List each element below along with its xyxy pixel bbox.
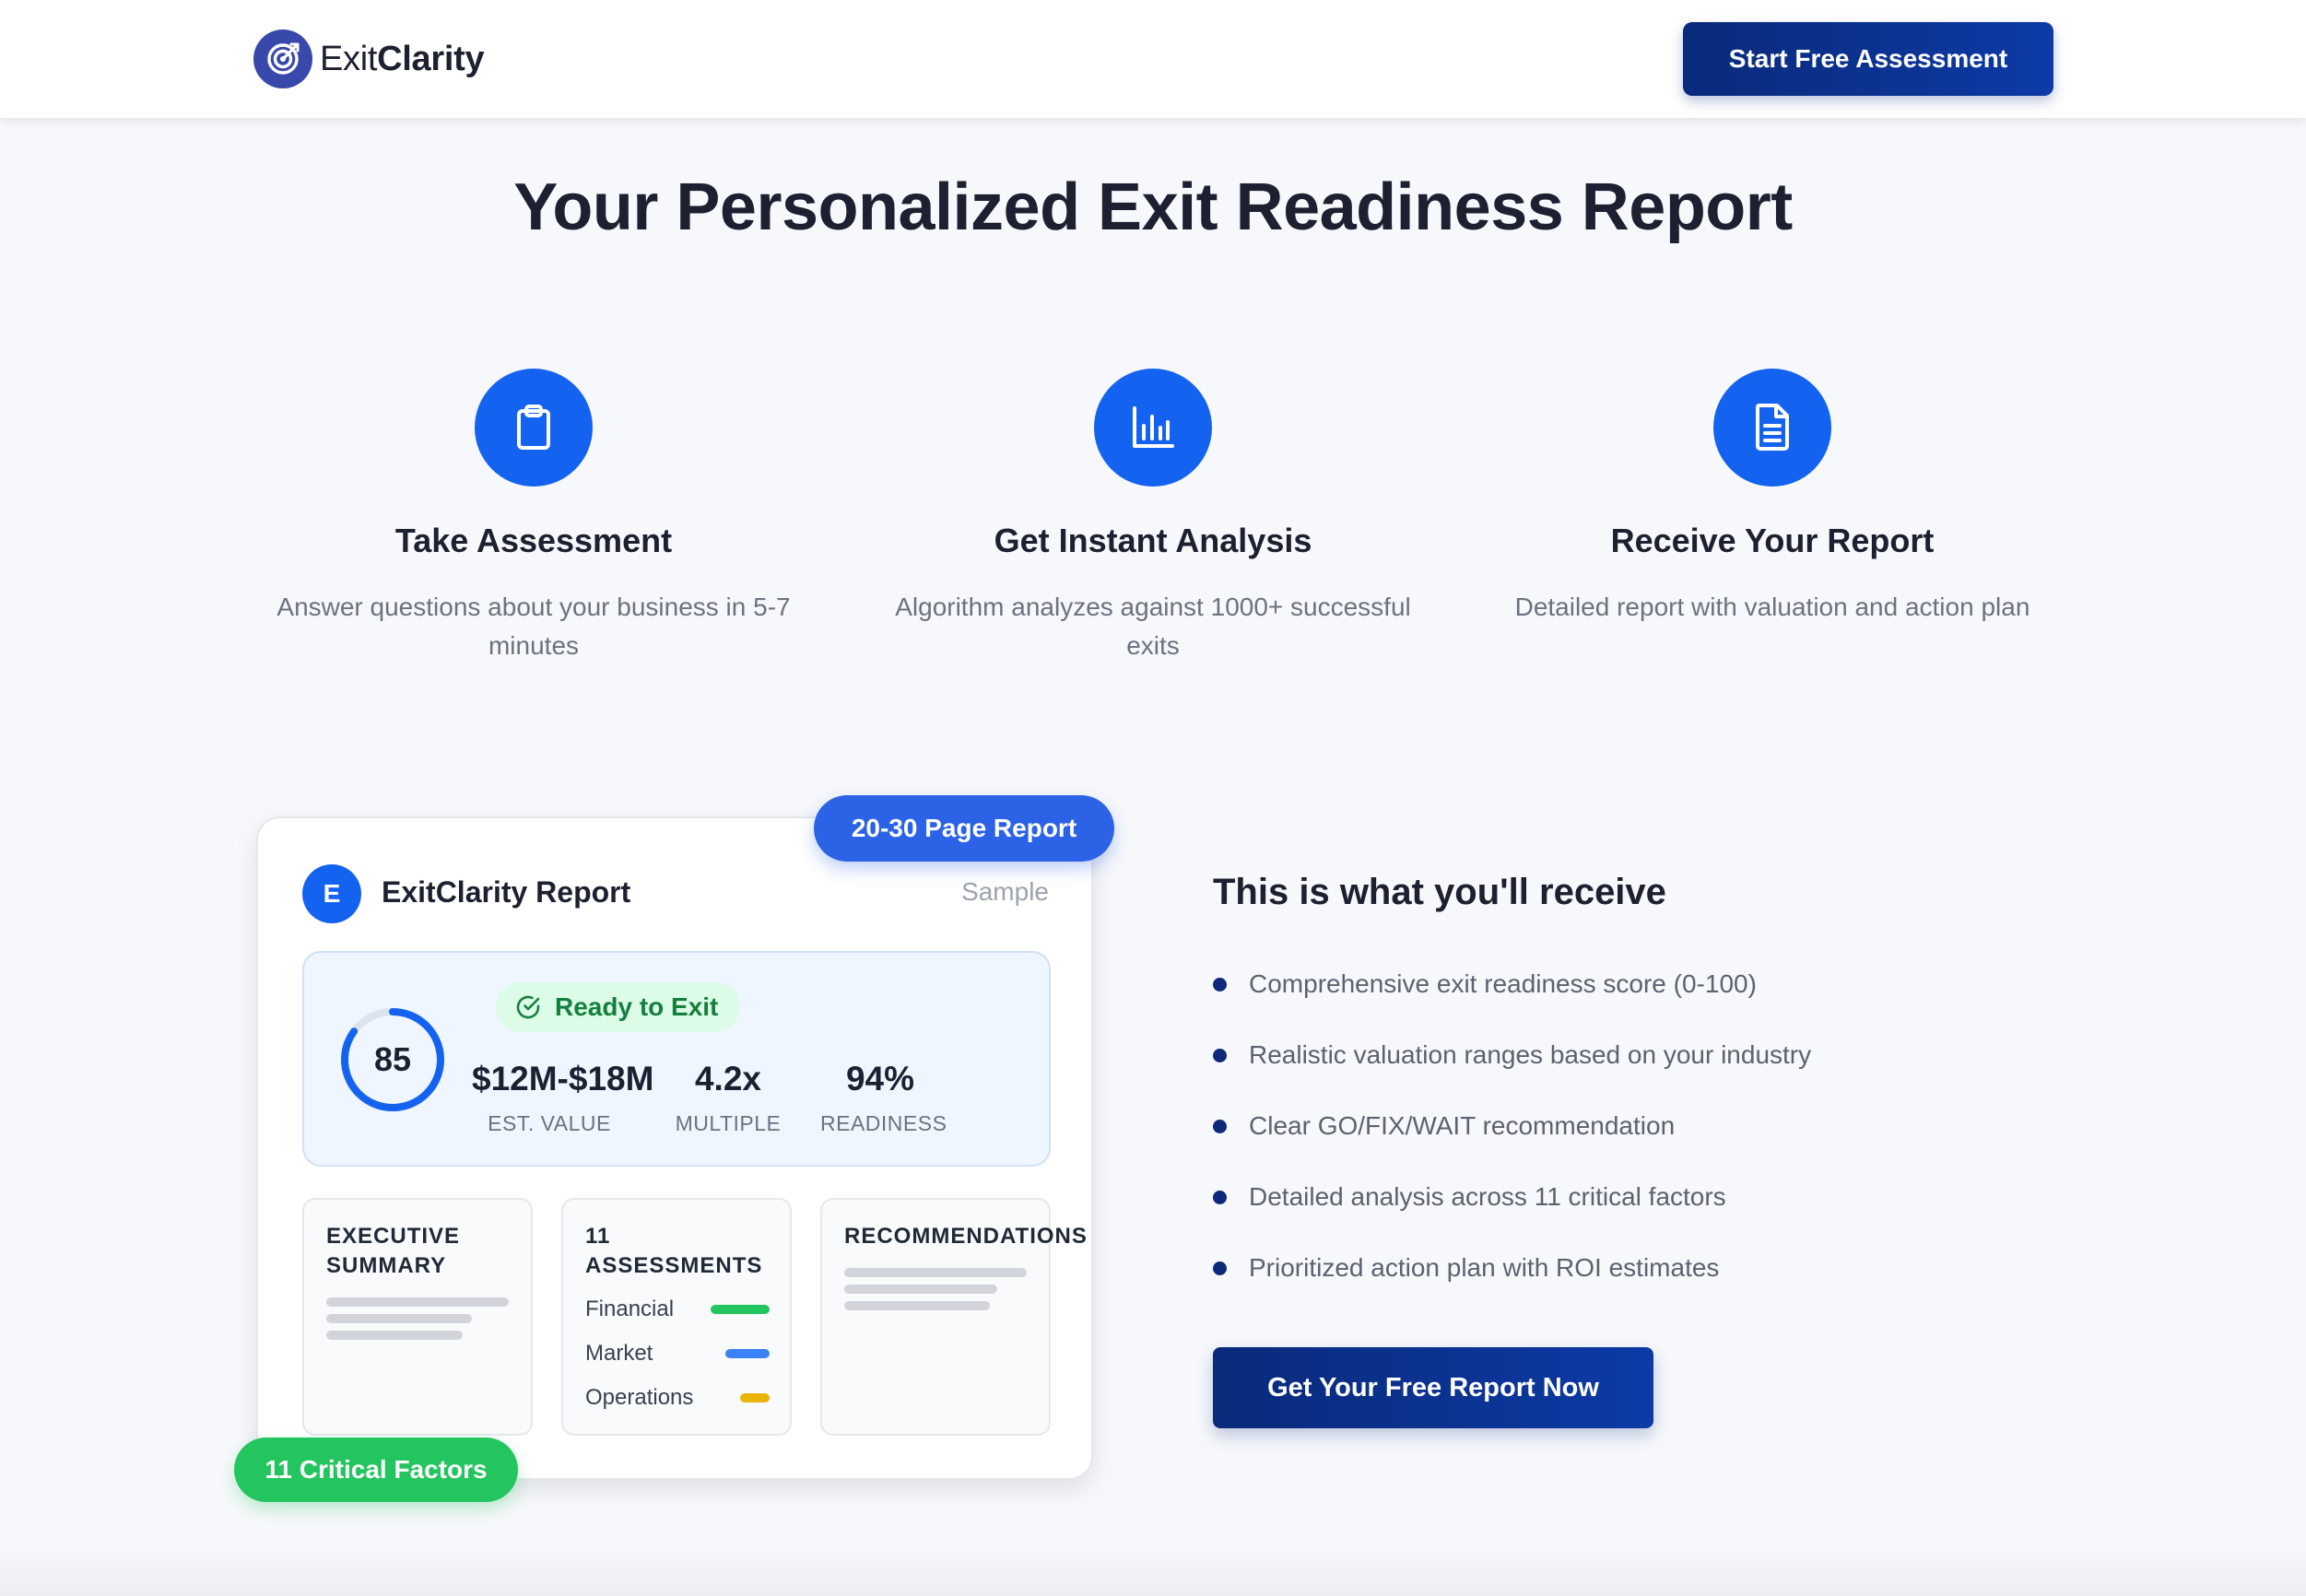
step-take-assessment: Take Assessment Answer questions about y… [257, 369, 810, 665]
text-placeholder [844, 1268, 1027, 1277]
status-badge: Ready to Exit [496, 982, 741, 1032]
step-description: Answer questions about your business in … [276, 593, 791, 660]
text-placeholder [844, 1301, 990, 1310]
bullet-icon [1213, 1120, 1227, 1133]
metric-value: 94% [845, 1060, 915, 1097]
step-get-instant-analysis: Get Instant Analysis Algorithm analyzes … [877, 369, 1429, 665]
logo[interactable]: ExitClarity [253, 29, 485, 88]
logo-text: ExitClarity [320, 39, 485, 78]
factor-name: Financial [585, 1297, 675, 1321]
recommendations-card: RECOMMENDATIONS [820, 1198, 1087, 1436]
step-title: Take Assessment [394, 522, 673, 559]
assessments-card: 11 ASSESSMENTS Financial Market Operation… [561, 1198, 792, 1436]
text-placeholder [326, 1314, 472, 1323]
benefit-item: Detailed analysis across 11 critical fac… [1213, 1179, 1811, 1250]
metric-readiness: 94% READINESS [820, 1060, 947, 1136]
document-icon [1713, 369, 1831, 487]
factor-name: Operations [585, 1385, 694, 1410]
factor-row-market: Market [585, 1340, 770, 1367]
target-icon [253, 29, 312, 88]
metric-value: $12M-$18M [472, 1060, 654, 1097]
step-title: Receive Your Report [1610, 522, 1935, 559]
bullet-icon [1213, 978, 1227, 992]
metric-value: 4.2x [694, 1060, 761, 1097]
section-divider [0, 1544, 2306, 1596]
bullet-icon [1213, 1262, 1227, 1275]
benefit-item: Clear GO/FIX/WAIT recommendation [1213, 1108, 1811, 1179]
report-preview-card: E ExitClarity Report Sample 85 Ready to … [256, 816, 1093, 1480]
bar-chart-icon [1094, 369, 1212, 487]
benefit-text: Prioritized action plan with ROI estimat… [1249, 1253, 1720, 1282]
factor-name: Market [585, 1341, 653, 1366]
metric-label: EST. VALUE [488, 1111, 611, 1135]
critical-factors-badge: 11 Critical Factors [234, 1438, 518, 1502]
text-placeholder [326, 1297, 509, 1307]
assessments-title: 11 ASSESSMENTS [585, 1224, 763, 1278]
get-free-report-button[interactable]: Get Your Free Report Now [1213, 1347, 1653, 1428]
page-title: Your Personalized Exit Readiness Report [513, 170, 1793, 244]
factor-bar [711, 1305, 770, 1314]
metric-label: READINESS [820, 1111, 947, 1135]
start-free-assessment-button[interactable]: Start Free Assessment [1683, 22, 2053, 96]
site-header: ExitClarity Start Free Assessment [0, 0, 2306, 118]
report-title: ExitClarity Report [382, 875, 631, 909]
status-text: Ready to Exit [555, 992, 719, 1021]
factor-row-financial: Financial [585, 1296, 770, 1323]
clipboard-icon [475, 369, 593, 487]
step-receive-your-report: Receive Your Report Detailed report with… [1496, 369, 2049, 627]
report-avatar: E [302, 864, 361, 923]
executive-summary-card: EXECUTIVE SUMMARY [302, 1198, 533, 1436]
benefit-text: Detailed analysis across 11 critical fac… [1249, 1182, 1726, 1211]
benefits-title: This is what you'll receive [1213, 872, 1666, 912]
text-placeholder [844, 1285, 997, 1294]
executive-summary-title: EXECUTIVE SUMMARY [326, 1224, 461, 1278]
step-description: Detailed report with valuation and actio… [1514, 593, 2030, 621]
page-count-badge: 20-30 Page Report [814, 795, 1114, 862]
score-panel: 85 Ready to Exit $12M-$18M EST. VALUE 4.… [302, 951, 1051, 1167]
benefit-item: Realistic valuation ranges based on your… [1213, 1037, 1811, 1108]
bullet-icon [1213, 1049, 1227, 1062]
factor-row-operations: Operations [585, 1384, 770, 1412]
benefits-list: Comprehensive exit readiness score (0-10… [1213, 966, 1811, 1320]
benefit-text: Clear GO/FIX/WAIT recommendation [1249, 1111, 1676, 1140]
check-circle-icon [516, 995, 540, 1019]
factor-bar [725, 1349, 770, 1358]
benefit-item: Prioritized action plan with ROI estimat… [1213, 1250, 1811, 1320]
text-placeholder [326, 1331, 463, 1340]
readiness-score: 85 [373, 1040, 412, 1078]
recommendations-title: RECOMMENDATIONS [844, 1224, 1088, 1249]
sample-label: Sample [961, 877, 1049, 906]
metric-multiple: 4.2x MULTIPLE [668, 1060, 788, 1136]
benefit-text: Realistic valuation ranges based on your… [1249, 1040, 1812, 1069]
bullet-icon [1213, 1191, 1227, 1204]
factor-bar [740, 1393, 770, 1402]
benefit-item: Comprehensive exit readiness score (0-10… [1213, 966, 1811, 1037]
metric-est-value: $12M-$18M EST. VALUE [472, 1060, 654, 1136]
benefit-text: Comprehensive exit readiness score (0-10… [1249, 969, 1757, 998]
metric-label: MULTIPLE [675, 1111, 782, 1135]
step-title: Get Instant Analysis [994, 522, 1312, 559]
step-description: Algorithm analyzes against 1000+ success… [895, 593, 1411, 660]
